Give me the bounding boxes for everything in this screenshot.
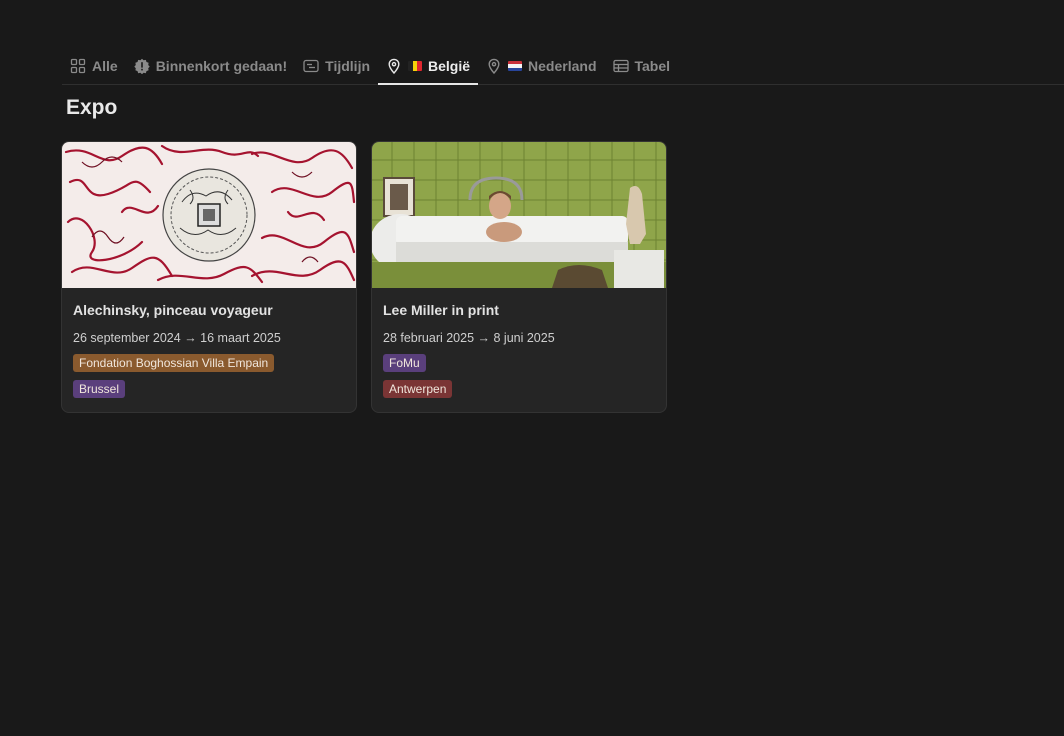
tab-label: Nederland [528, 58, 597, 74]
tab-nederland[interactable]: Nederland [478, 48, 604, 84]
nl-flag-icon [508, 61, 523, 71]
tab-belgie[interactable]: België [378, 48, 479, 85]
view-tabs: Alle Binnenkort gedaan! Tijdlijn België [62, 48, 1064, 85]
alert-badge-icon [133, 58, 150, 74]
tab-label: Tabel [634, 58, 671, 74]
map-pin-icon [388, 58, 400, 74]
card-title: Lee Miller in print [383, 302, 499, 318]
tab-label: Binnenkort gedaan! [155, 58, 288, 74]
tab-tabel[interactable]: Tabel [605, 48, 679, 84]
venue-tag: FoMu [383, 354, 426, 372]
grid-icon [70, 58, 86, 74]
card-title: Alechinsky, pinceau voyageur [73, 302, 273, 318]
tab-binnenkort-gedaan[interactable]: Binnenkort gedaan! [126, 48, 295, 84]
group-title: Expo [66, 96, 118, 119]
city-tag: Brussel [73, 380, 126, 398]
table-icon [612, 59, 629, 73]
bathtub-photo-image [372, 142, 666, 288]
red-ink-artwork-image [62, 142, 356, 288]
tab-label: Tijdlijn [325, 58, 371, 74]
tab-alle[interactable]: Alle [62, 48, 126, 84]
map-pin-icon [488, 58, 500, 74]
card-date: 28 februari 2025 → 8 juni 2025 [383, 331, 555, 345]
timeline-icon [303, 59, 319, 73]
tab-tijdlijn[interactable]: Tijdlijn [295, 48, 378, 84]
gallery-card[interactable]: Lee Miller in print 28 februari 2025 → 8… [371, 141, 667, 413]
gallery-card[interactable]: Alechinsky, pinceau voyageur 26 septembe… [61, 141, 357, 413]
tab-label: Alle [92, 58, 118, 74]
venue-tag: Fondation Boghossian Villa Empain [73, 354, 275, 372]
city-tag: Antwerpen [383, 380, 453, 398]
be-flag-icon [408, 61, 423, 71]
card-date: 26 september 2024 → 16 maart 2025 [73, 331, 281, 345]
tab-label: België [428, 58, 471, 74]
